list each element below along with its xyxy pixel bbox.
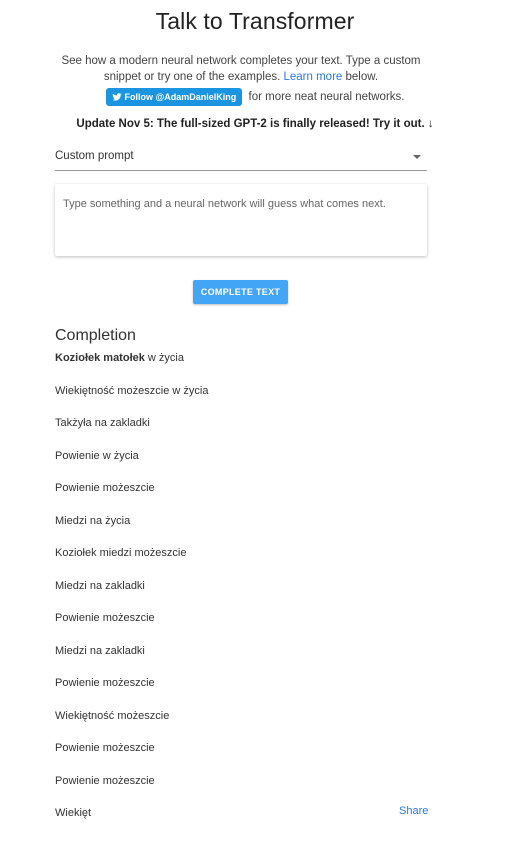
completion-heading: Completion — [55, 327, 136, 345]
follow-suffix: for more neat neural networks. — [248, 91, 405, 104]
prompt-select[interactable]: Custom prompt — [55, 150, 427, 171]
completion-line: Koziołek miedzi możeszcie — [55, 547, 187, 559]
follow-row: Follow @AdamDanielKing for more neat neu… — [0, 88, 510, 106]
completion-line: Miedzi na zakladki — [55, 644, 145, 657]
completion-line: Powienie możeszcie — [55, 612, 155, 624]
twitter-follow-button[interactable]: Follow @AdamDanielKing — [105, 88, 243, 106]
completion-line: Wiekięt — [55, 807, 92, 819]
completion-line: Powienie możeszcie — [55, 742, 155, 754]
completion-line: Miedzi na życia — [55, 514, 131, 527]
completion-line: Powienie możeszcie — [55, 774, 155, 787]
complete-text-button[interactable]: COMPLETE TEXT — [193, 280, 288, 304]
completion-line: Wiekiętność możeszcie — [55, 709, 170, 722]
completion-continuation: w życia — [144, 352, 184, 364]
completion-line: Powienie możeszcie — [55, 677, 155, 689]
completion-list: Koziołek matołek w życia Wiekiętność moż… — [55, 350, 427, 838]
page: Talk to Transformer See how a modern neu… — [0, 0, 510, 843]
completion-prompt-text: Koziołek matołek — [55, 352, 145, 364]
intro-text-after: below. — [342, 71, 379, 83]
twitter-bird-icon — [111, 93, 122, 101]
chevron-down-icon — [413, 155, 421, 159]
share-link[interactable]: Share — [399, 805, 428, 817]
intro-text: See how a modern neural network complete… — [60, 53, 422, 85]
completion-line: Powienie w życia — [55, 449, 139, 462]
completion-line: Miedzi na zakladki — [55, 579, 145, 592]
completion-line: Koziołek matołek w życia — [55, 350, 427, 383]
learn-more-link[interactable]: Learn more — [284, 71, 343, 83]
completion-line: Powienie możeszcie — [55, 482, 155, 494]
prompt-input[interactable] — [55, 184, 417, 254]
twitter-follow-label: Follow @AdamDanielKing — [124, 92, 237, 102]
prompt-select-value: Custom prompt — [55, 150, 134, 162]
prompt-card — [55, 184, 427, 256]
update-notice: Update Nov 5: The full-sized GPT-2 is fi… — [76, 118, 434, 130]
page-title: Talk to Transformer — [155, 8, 355, 34]
completion-line: Wiekiętność możeszcie w życia — [55, 384, 209, 397]
completion-line: Takżyła na zakladki — [55, 417, 150, 429]
